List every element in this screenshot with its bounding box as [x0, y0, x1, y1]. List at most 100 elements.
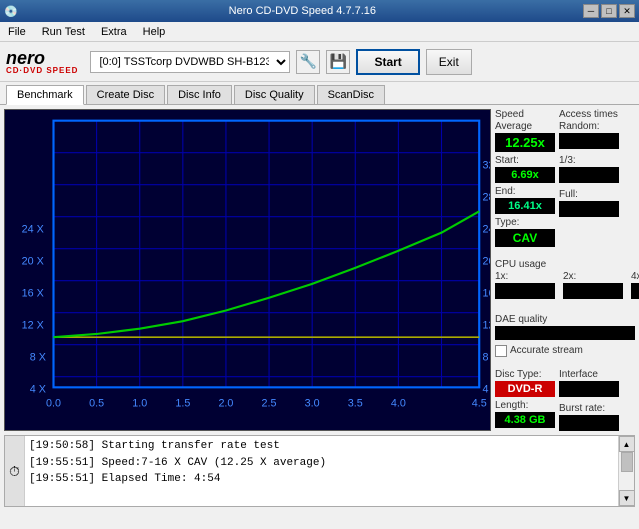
save-icon-btn[interactable]: 💾: [326, 50, 350, 74]
scrollbar-up-btn[interactable]: ▲: [619, 436, 635, 452]
end-label: End:: [495, 186, 555, 197]
interface-section: Interface Burst rate:: [559, 369, 619, 434]
average-value: 12.25x: [495, 133, 555, 152]
speed-label: Speed: [495, 109, 555, 120]
log-icon-symbol: ⏱: [9, 463, 20, 480]
cpu-label: CPU usage: [495, 259, 635, 270]
menu-file[interactable]: File: [4, 25, 30, 39]
drive-select[interactable]: [0:0] TSSTcorp DVDWBD SH-B123L SB04: [90, 51, 290, 73]
interface-value-box: [559, 381, 619, 397]
cpu-1x-col: 1x:: [495, 271, 555, 302]
nero-logo-text: nero: [6, 49, 78, 67]
random-value-box: [559, 133, 619, 149]
svg-text:4.0: 4.0: [391, 398, 406, 410]
tab-disc-quality[interactable]: Disc Quality: [234, 85, 315, 104]
interface-label: Interface: [559, 369, 619, 380]
svg-text:4 X: 4 X: [30, 384, 46, 396]
svg-text:0.0: 0.0: [46, 398, 61, 410]
exit-button[interactable]: Exit: [426, 49, 472, 75]
log-content: [19:50:58] Starting transfer rate test […: [25, 436, 618, 506]
svg-text:4: 4: [482, 384, 488, 396]
menu-bar: File Run Test Extra Help: [0, 22, 639, 42]
maximize-button[interactable]: □: [601, 4, 617, 18]
svg-text:28: 28: [482, 192, 490, 204]
accurate-stream-row: Accurate stream: [495, 345, 635, 357]
svg-text:0.5: 0.5: [89, 398, 104, 410]
title-bar: 💿 Nero CD-DVD Speed 4.7.7.16 ─ □ ✕: [0, 0, 639, 22]
accurate-stream-checkbox[interactable]: [495, 345, 507, 357]
title-bar-controls: ─ □ ✕: [583, 4, 635, 18]
type-value: CAV: [495, 229, 555, 247]
minimize-button[interactable]: ─: [583, 4, 599, 18]
svg-text:12 X: 12 X: [22, 320, 44, 332]
svg-text:32: 32: [482, 160, 490, 172]
start-value: 6.69x: [495, 167, 555, 183]
tab-scan-disc[interactable]: ScanDisc: [317, 85, 385, 104]
accurate-stream-label: Accurate stream: [510, 345, 583, 356]
svg-text:2.5: 2.5: [262, 398, 277, 410]
disc-type-label: Disc Type:: [495, 369, 555, 380]
menu-run-test[interactable]: Run Test: [38, 25, 89, 39]
tabs: Benchmark Create Disc Disc Info Disc Qua…: [0, 82, 639, 105]
cpu-2x-label: 2x:: [563, 271, 623, 282]
close-button[interactable]: ✕: [619, 4, 635, 18]
svg-text:4.5: 4.5: [472, 398, 487, 410]
dae-section: DAE quality Accurate stream: [495, 314, 635, 357]
cpu-1x-label: 1x:: [495, 271, 555, 282]
svg-text:3.0: 3.0: [305, 398, 320, 410]
length-label: Length:: [495, 400, 555, 411]
cpu-4x-col: 4x:: [631, 271, 639, 302]
svg-text:16 X: 16 X: [22, 288, 44, 300]
properties-icon-btn[interactable]: 🔧: [296, 50, 320, 74]
cpu-usage-section: CPU usage 1x: 2x: 4x: 8x:: [495, 259, 635, 302]
log-icon: ⏱: [5, 436, 25, 506]
cpu-4x-label: 4x:: [631, 271, 639, 282]
cpu-2x-box: [563, 283, 623, 299]
svg-text:20: 20: [482, 256, 490, 268]
tab-create-disc[interactable]: Create Disc: [86, 85, 165, 104]
one-third-label: 1/3:: [559, 155, 619, 166]
scrollbar-down-btn[interactable]: ▼: [619, 490, 635, 506]
main-content: 4 X 8 X 12 X 16 X 20 X 24 X 4 8 12 16 20…: [0, 105, 639, 435]
one-third-value-box: [559, 167, 619, 183]
speed-access-row: Speed Average 12.25x Start: 6.69x End: 1…: [495, 109, 635, 247]
speed-section: Speed Average 12.25x Start: 6.69x End: 1…: [495, 109, 555, 247]
access-times-label: Access times: [559, 109, 619, 120]
dae-value-box: [495, 326, 635, 340]
cpu-row: 1x: 2x: 4x: 8x:: [495, 271, 635, 302]
title-bar-title: Nero CD-DVD Speed 4.7.7.16: [229, 5, 376, 17]
disc-type-section: Disc Type: DVD-R Length: 4.38 GB: [495, 369, 555, 434]
svg-text:20 X: 20 X: [22, 256, 44, 268]
svg-text:8: 8: [482, 352, 488, 364]
chart-area: 4 X 8 X 12 X 16 X 20 X 24 X 4 8 12 16 20…: [4, 109, 491, 431]
svg-text:2.0: 2.0: [218, 398, 233, 410]
svg-text:3.5: 3.5: [348, 398, 363, 410]
svg-text:16: 16: [482, 288, 490, 300]
burst-rate-label: Burst rate:: [559, 403, 619, 414]
svg-text:1.0: 1.0: [132, 398, 147, 410]
nero-logo-sub: CD·DVD SPEED: [6, 67, 78, 75]
length-value: 4.38 GB: [495, 412, 555, 428]
log-area: ⏱ [19:50:58] Starting transfer rate test…: [4, 435, 635, 507]
cpu-4x-box: [631, 283, 639, 299]
toolbar: nero CD·DVD SPEED [0:0] TSSTcorp DVDWBD …: [0, 42, 639, 82]
right-panel: Speed Average 12.25x Start: 6.69x End: 1…: [495, 109, 635, 431]
tab-benchmark[interactable]: Benchmark: [6, 85, 84, 105]
menu-extra[interactable]: Extra: [97, 25, 131, 39]
menu-help[interactable]: Help: [139, 25, 170, 39]
nero-logo: nero CD·DVD SPEED: [6, 49, 78, 75]
tab-disc-info[interactable]: Disc Info: [167, 85, 232, 104]
random-label: Random:: [559, 121, 619, 132]
log-line-1: [19:50:58] Starting transfer rate test: [29, 438, 614, 455]
scrollbar-thumb[interactable]: [621, 452, 633, 472]
chart-svg: 4 X 8 X 12 X 16 X 20 X 24 X 4 8 12 16 20…: [5, 110, 490, 430]
title-bar-icon: 💿: [4, 5, 18, 18]
access-times-section: Access times Random: 1/3: Full:: [559, 109, 619, 247]
disc-type-value: DVD-R: [495, 381, 555, 397]
disc-interface-row: Disc Type: DVD-R Length: 4.38 GB Interfa…: [495, 369, 635, 434]
svg-text:24 X: 24 X: [22, 224, 44, 236]
start-button[interactable]: Start: [356, 49, 419, 75]
average-label: Average: [495, 121, 555, 132]
log-scrollbar: ▲ ▼: [618, 436, 634, 506]
type-label: Type:: [495, 217, 555, 228]
